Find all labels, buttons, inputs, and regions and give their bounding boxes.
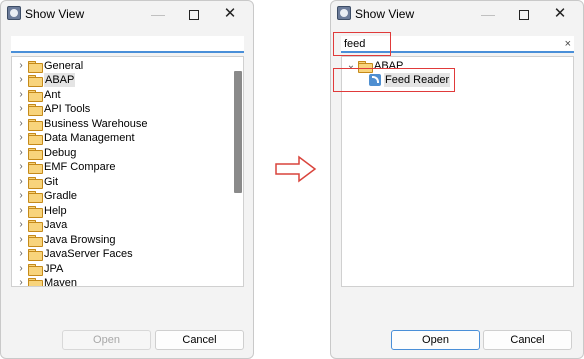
chevron-right-icon[interactable]: › — [16, 247, 26, 261]
maximize-button[interactable] — [509, 4, 539, 24]
folder-icon — [28, 249, 43, 261]
chevron-right-icon[interactable]: › — [16, 73, 26, 87]
show-view-dialog-left: Show View — ✕ › General › ABAP › Ant › A… — [0, 0, 254, 359]
filter-highlight-box — [333, 32, 391, 56]
dialog-title: Show View — [25, 7, 85, 21]
folder-icon — [28, 191, 43, 203]
tree-item-label: Gradle — [44, 190, 78, 202]
folder-icon — [28, 119, 43, 131]
tree-item-label: Debug — [44, 147, 77, 159]
vertical-scrollbar[interactable] — [234, 59, 242, 286]
clear-filter-icon[interactable]: × — [565, 38, 571, 50]
folder-icon — [28, 104, 43, 116]
chevron-right-icon[interactable]: › — [16, 233, 26, 247]
tree-item-label: Java — [44, 219, 68, 231]
minimize-button[interactable]: — — [473, 4, 503, 24]
folder-icon — [28, 220, 43, 232]
title-bar: Show View — ✕ — [1, 1, 253, 27]
chevron-right-icon[interactable]: › — [16, 218, 26, 232]
folder-icon — [28, 162, 43, 174]
folder-icon — [28, 177, 43, 189]
eclipse-app-icon — [7, 6, 21, 20]
close-button[interactable]: ✕ — [215, 4, 245, 24]
cancel-button[interactable]: Cancel — [483, 330, 572, 350]
tree-item-label: General — [44, 60, 84, 72]
chevron-right-icon[interactable]: › — [16, 59, 26, 73]
maximize-button[interactable] — [179, 4, 209, 24]
folder-icon — [28, 206, 43, 218]
tree-item-label: Business Warehouse — [44, 118, 148, 130]
tree-item-label: JPA — [44, 263, 64, 275]
title-bar: Show View — ✕ — [331, 1, 583, 27]
folder-icon — [28, 148, 43, 160]
tree-item-label: EMF Compare — [44, 161, 116, 173]
chevron-right-icon[interactable]: › — [16, 175, 26, 189]
tree-item-label: Maven — [44, 277, 78, 287]
folder-icon — [28, 235, 43, 247]
folder-icon — [28, 61, 43, 73]
folder-icon — [28, 264, 43, 276]
chevron-right-icon[interactable]: › — [16, 276, 26, 286]
tree-item-label: Help — [44, 205, 67, 217]
chevron-right-icon[interactable]: › — [16, 189, 26, 203]
tree-item-label: Java Browsing — [44, 234, 116, 246]
tree-item-label: ABAP — [44, 73, 76, 87]
folder-icon — [28, 90, 43, 102]
folder-icon — [28, 75, 43, 87]
chevron-right-icon[interactable]: › — [16, 160, 26, 174]
view-tree: › General › ABAP › Ant › API Tools › Bus… — [11, 56, 244, 287]
folder-icon — [28, 278, 43, 286]
tree-item-label: Data Management — [44, 132, 135, 144]
chevron-right-icon[interactable]: › — [16, 88, 26, 102]
chevron-right-icon[interactable]: › — [16, 117, 26, 131]
chevron-right-icon[interactable]: › — [16, 102, 26, 116]
feed-reader-highlight-box — [333, 68, 455, 92]
dialog-title: Show View — [355, 7, 415, 21]
chevron-right-icon[interactable]: › — [16, 146, 26, 160]
open-button[interactable]: Open — [391, 330, 480, 350]
chevron-right-icon[interactable]: › — [16, 131, 26, 145]
tree-item-label: Ant — [44, 89, 61, 101]
cancel-button[interactable]: Cancel — [155, 330, 244, 350]
tree-item-label: API Tools — [44, 103, 91, 115]
chevron-right-icon[interactable]: › — [16, 262, 26, 276]
folder-icon — [28, 133, 43, 145]
show-view-dialog-right: Show View — ✕ × ⌄ ABAP Feed Reader Open … — [330, 0, 584, 359]
close-button[interactable]: ✕ — [545, 4, 575, 24]
maximize-icon — [519, 10, 529, 21]
minimize-button[interactable]: — — [143, 4, 173, 24]
right-arrow-icon — [275, 155, 317, 183]
maximize-icon — [189, 10, 199, 21]
tree-item-label: Git — [44, 176, 59, 188]
tree-item-label: JavaServer Faces — [44, 248, 133, 260]
filter-input[interactable] — [11, 36, 244, 53]
open-button[interactable]: Open — [62, 330, 151, 350]
scrollbar-thumb[interactable] — [234, 71, 242, 193]
eclipse-app-icon — [337, 6, 351, 20]
chevron-right-icon[interactable]: › — [16, 204, 26, 218]
